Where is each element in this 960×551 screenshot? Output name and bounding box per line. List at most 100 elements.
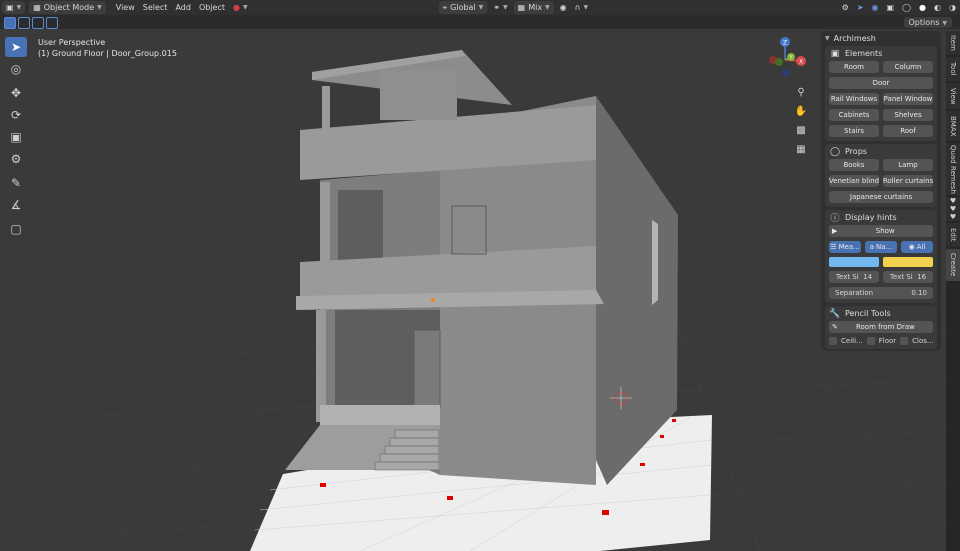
tab-item[interactable]: Item: [946, 31, 960, 55]
snap-icon: ▦: [517, 3, 526, 12]
orientation-dropdown[interactable]: ⌖ Global ▼: [438, 1, 488, 14]
editor-type-button[interactable]: ▣ ▼: [2, 1, 26, 14]
proportional-edit-button[interactable]: ◉: [556, 1, 571, 14]
names-toggle[interactable]: a Na...: [865, 241, 897, 253]
door-button[interactable]: Door: [829, 77, 933, 89]
venetian-blind-button[interactable]: Venetian blind: [829, 175, 879, 187]
checkbox-icon: [866, 337, 875, 345]
field-value: 16: [917, 273, 927, 281]
text-size-field-1[interactable]: Text Si 14: [829, 271, 879, 283]
stairs-button[interactable]: Stairs: [829, 125, 879, 137]
tab-tool[interactable]: Tool: [946, 57, 960, 81]
ruler-icon: ☰: [830, 243, 837, 251]
measure-tool[interactable]: ∡: [5, 195, 27, 215]
svg-text:Z: Z: [783, 40, 787, 47]
field-label: Separation: [835, 289, 874, 297]
room-from-draw-button[interactable]: ✎ Room from Draw: [829, 321, 933, 333]
gizmo-button[interactable]: ➤: [853, 1, 868, 14]
separation-field[interactable]: Separation 0.10: [829, 287, 933, 299]
camera-icon: ▩: [796, 124, 806, 136]
room-button[interactable]: Room: [829, 61, 879, 73]
color-swatch-2[interactable]: [883, 257, 933, 267]
perspective-label: User Perspective: [38, 38, 106, 47]
props-title: Props: [845, 147, 867, 156]
scale-tool[interactable]: ▣: [5, 127, 27, 147]
ortho-toggle-button[interactable]: ▦: [793, 141, 809, 157]
shading-rendered[interactable]: ◑: [945, 1, 960, 14]
cabinets-button[interactable]: Cabinets: [829, 109, 879, 121]
measures-toggle[interactable]: ☰ Mea...: [829, 241, 861, 253]
proportional-edit-icon: ◉: [559, 3, 567, 12]
panel-header[interactable]: ▼ Archimesh: [825, 31, 937, 46]
play-icon: ▶: [832, 227, 838, 235]
show-hints-button[interactable]: ▶ Show: [829, 225, 933, 237]
ceiling-checkbox[interactable]: Ceili...: [829, 337, 863, 345]
shading-material[interactable]: ◐: [930, 1, 945, 14]
visibility-icon: ⚙: [841, 3, 849, 12]
chevron-down-icon: ▼: [243, 4, 248, 11]
falloff-dropdown[interactable]: ∩ ▼: [571, 1, 592, 14]
xray-button[interactable]: ▣: [883, 1, 899, 14]
tab-edit[interactable]: Edit: [946, 223, 960, 247]
overlay-button[interactable]: ◉: [868, 1, 883, 14]
column-button[interactable]: Column: [883, 61, 933, 73]
transform-tool[interactable]: ⚙: [5, 149, 27, 169]
wrench-icon: 🔧: [829, 308, 841, 319]
floor-checkbox[interactable]: Floor: [866, 337, 896, 345]
object-info-label: (1) Ground Floor | Door_Group.015: [38, 49, 177, 58]
text-size-field-2[interactable]: Text Si 16: [883, 271, 933, 283]
section-header: ◯ Props: [829, 144, 933, 159]
snap-dropdown[interactable]: ▦ Mix ▼: [513, 1, 554, 14]
books-button[interactable]: Books: [829, 159, 879, 171]
select-subtract-icon[interactable]: [32, 17, 44, 29]
lamp-button[interactable]: Lamp: [883, 159, 933, 171]
field-value: 0.10: [911, 289, 927, 297]
select-box-tool[interactable]: ➤: [5, 37, 27, 57]
add-cube-tool[interactable]: ▢: [5, 219, 27, 239]
orientation-label: Global: [450, 3, 476, 12]
tab-view[interactable]: View: [946, 83, 960, 109]
pan-button[interactable]: ✋: [793, 103, 809, 119]
roof-button[interactable]: Roof: [883, 125, 933, 137]
shading-wireframe[interactable]: ◯: [898, 1, 915, 14]
tab-bmax[interactable]: BMAX: [946, 111, 960, 141]
tab-quad-remesh[interactable]: Quad Remesh: [946, 143, 960, 195]
japanese-curtains-button[interactable]: Japanese curtains: [829, 191, 933, 203]
menu-select[interactable]: Select: [139, 1, 172, 14]
menu-object[interactable]: Object: [195, 1, 229, 14]
tab-hearts[interactable]: ♥♥♥: [946, 197, 960, 221]
menu-view[interactable]: View: [112, 1, 139, 14]
annotate-tool[interactable]: ✎: [5, 173, 27, 193]
cursor-tool[interactable]: ◎: [5, 59, 27, 79]
visibility-button[interactable]: ⚙: [838, 1, 853, 14]
tab-create[interactable]: Create: [946, 249, 960, 281]
xray-icon: ▣: [886, 3, 895, 12]
help-icon: ⓘ: [830, 214, 840, 224]
menu-add[interactable]: Add: [171, 1, 195, 14]
rail-windows-button[interactable]: Rail Windows: [829, 93, 879, 105]
checkbox-label: Ceili...: [841, 337, 863, 345]
shelves-button[interactable]: Shelves: [883, 109, 933, 121]
color-swatch-1[interactable]: [829, 257, 879, 267]
shading-solid[interactable]: ●: [915, 1, 930, 14]
addon-icon-button[interactable]: ● ▼: [229, 1, 252, 14]
all-toggle[interactable]: ◉ All: [901, 241, 933, 253]
move-tool[interactable]: ✥: [5, 83, 27, 103]
pivot-dropdown[interactable]: ⚭ ▼: [489, 1, 511, 14]
camera-button[interactable]: ▩: [793, 122, 809, 138]
select-invert-icon[interactable]: [46, 17, 58, 29]
options-dropdown[interactable]: Options ▼: [903, 17, 952, 28]
close-checkbox[interactable]: Clos...: [900, 337, 934, 345]
panel-window-button[interactable]: Panel Window: [883, 93, 933, 105]
select-mode-group[interactable]: [4, 17, 58, 29]
mode-dropdown[interactable]: ▦ Object Mode ▼: [29, 1, 106, 14]
select-extend-icon[interactable]: [18, 17, 30, 29]
field-value: 14: [863, 273, 873, 281]
select-new-icon[interactable]: [4, 17, 16, 29]
roller-curtains-button[interactable]: Roller curtains: [883, 175, 933, 187]
zoom-button[interactable]: ⚲: [793, 84, 809, 100]
tab-label: Edit: [949, 228, 957, 242]
viewport-scene[interactable]: Z Y X: [0, 0, 960, 551]
transform-icon: ⚙: [10, 152, 22, 166]
rotate-tool[interactable]: ⟳: [5, 105, 27, 125]
